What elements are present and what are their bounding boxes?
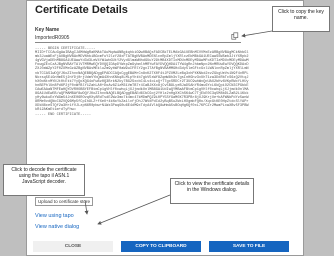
key-name-value: ImportedR0905 [35,35,70,41]
copy-icon[interactable] [231,32,239,40]
upload-to-certificate-store-button[interactable]: Upload to certificate store [35,197,93,206]
dialog-button-row: CLOSE COPY TO CLIPBOARD SAVE TO FILE [33,241,297,252]
view-using-tapo-link[interactable]: View using tapo [35,213,74,219]
certificate-text: ----- BEGIN CERTIFICATE----- MIID+TCCAuG… [35,47,249,117]
close-button[interactable]: CLOSE [33,241,113,252]
certificate-details-dialog: Certificate Details Key Name ImportedR09… [26,0,304,256]
decode-callout: Click to decode the certificate using th… [3,164,85,196]
view-native-dialog-link[interactable]: View native dialog [35,224,79,230]
key-name-label: Key Name [35,27,60,33]
key-name-underline [35,42,241,43]
dialog-title: Certificate Details [35,4,128,16]
copy-key-callout: Click to copy the key name. [272,6,330,32]
copy-to-clipboard-button[interactable]: COPY TO CLIPBOARD [121,241,201,252]
windows-dialog-callout: Click to view the certificate details in… [170,178,254,204]
save-to-file-button[interactable]: SAVE TO FILE [209,241,289,252]
